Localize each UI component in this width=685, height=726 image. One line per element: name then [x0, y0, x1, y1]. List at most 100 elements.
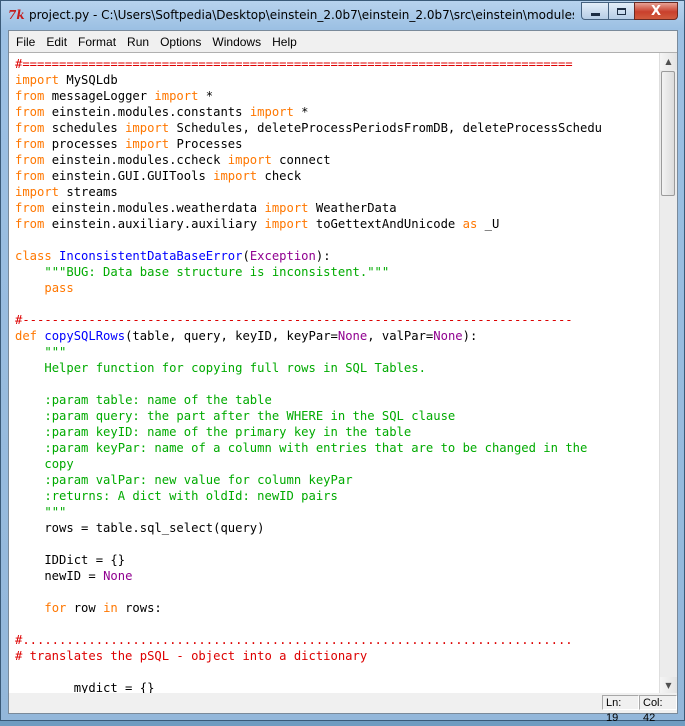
code-line[interactable]: [15, 616, 657, 632]
code-token: :param valPar: new value for column keyP…: [44, 473, 353, 487]
code-text[interactable]: #=======================================…: [15, 56, 657, 694]
code-token: :param query: the part after the WHERE i…: [44, 409, 456, 423]
code-line[interactable]: from messageLogger import *: [15, 88, 657, 104]
code-line[interactable]: [15, 664, 657, 680]
code-token: import: [15, 73, 60, 87]
code-token: for: [44, 601, 67, 615]
code-line[interactable]: from processes import Processes: [15, 136, 657, 152]
code-line[interactable]: for row in rows:: [15, 600, 657, 616]
code-line[interactable]: IDDict = {}: [15, 552, 657, 568]
code-line[interactable]: rows = table.sql_select(query): [15, 520, 657, 536]
code-token: import: [213, 169, 258, 183]
code-line[interactable]: #=======================================…: [15, 56, 657, 72]
code-token: (: [242, 249, 250, 263]
code-token: einstein.modules.weatherdata: [44, 201, 265, 215]
menu-file[interactable]: File: [12, 33, 42, 51]
code-token: as: [462, 217, 478, 231]
code-token: IDDict = {}: [15, 553, 126, 567]
menu-windows[interactable]: Windows: [208, 33, 268, 51]
code-token: einstein.GUI.GUITools: [44, 169, 214, 183]
code-token: None: [337, 329, 368, 343]
code-line[interactable]: def copySQLRows(table, query, keyID, key…: [15, 328, 657, 344]
code-line[interactable]: """: [15, 504, 657, 520]
code-line[interactable]: from einstein.modules.ccheck import conn…: [15, 152, 657, 168]
code-token: :param keyID: name of the primary key in…: [44, 425, 412, 439]
code-line[interactable]: #.......................................…: [15, 632, 657, 648]
code-line[interactable]: :param table: name of the table: [15, 392, 657, 408]
code-line[interactable]: [15, 232, 657, 248]
menu-help[interactable]: Help: [268, 33, 304, 51]
code-line[interactable]: from einstein.auxiliary.auxiliary import…: [15, 216, 657, 232]
code-line[interactable]: pass: [15, 280, 657, 296]
maximize-button[interactable]: [608, 2, 634, 20]
code-line[interactable]: :param valPar: new value for column keyP…: [15, 472, 657, 488]
idle-app-icon: 7k: [8, 8, 25, 22]
code-line[interactable]: """BUG: Data base structure is inconsist…: [15, 264, 657, 280]
code-line[interactable]: from einstein.GUI.GUITools import check: [15, 168, 657, 184]
vertical-scrollbar[interactable]: ▲ ▼: [659, 53, 677, 694]
title-bar[interactable]: 7k project.py - C:\Users\Softpedia\Deskt…: [1, 1, 684, 29]
code-line[interactable]: :param keyID: name of the primary key in…: [15, 424, 657, 440]
code-token: schedules: [44, 121, 126, 135]
editor-client-area: File Edit Format Run Options Windows Hel…: [8, 30, 678, 724]
code-token: InconsistentDataBaseError: [59, 249, 243, 263]
code-token: :returns: A dict with oldId: newID pairs: [44, 489, 338, 503]
menu-edit[interactable]: Edit: [42, 33, 74, 51]
code-token: einstein.auxiliary.auxiliary: [44, 217, 265, 231]
code-token: in: [103, 601, 118, 615]
code-token: None: [103, 569, 133, 583]
code-token: check: [257, 169, 302, 183]
window-title: project.py - C:\Users\Softpedia\Desktop\…: [29, 8, 574, 22]
code-line[interactable]: [15, 376, 657, 392]
maximize-icon: [617, 7, 626, 15]
code-token: newID =: [15, 569, 104, 583]
menu-format[interactable]: Format: [74, 33, 123, 51]
menu-options[interactable]: Options: [156, 33, 208, 51]
code-token: def: [15, 329, 38, 343]
code-line[interactable]: [15, 536, 657, 552]
code-line[interactable]: from einstein.modules.constants import *: [15, 104, 657, 120]
code-line[interactable]: """: [15, 344, 657, 360]
code-token: import: [125, 121, 170, 135]
code-token: Exception: [249, 249, 316, 263]
code-token: import: [154, 89, 199, 103]
code-token: Helper function for copying full rows in…: [44, 361, 426, 375]
minimize-button[interactable]: [581, 2, 608, 20]
code-line[interactable]: from einstein.modules.weatherdata import…: [15, 200, 657, 216]
code-line[interactable]: :param keyPar: name of a column with ent…: [15, 440, 657, 456]
code-line[interactable]: import streams: [15, 184, 657, 200]
code-line[interactable]: [15, 296, 657, 312]
scrollbar-thumb[interactable]: [661, 71, 675, 196]
scroll-down-icon[interactable]: ▼: [660, 677, 677, 694]
code-line[interactable]: import MySQLdb: [15, 72, 657, 88]
code-token: processes: [44, 137, 126, 151]
code-line[interactable]: :returns: A dict with oldId: newID pairs: [15, 488, 657, 504]
code-token: WeatherData: [308, 201, 397, 215]
code-token: streams: [59, 185, 118, 199]
code-line[interactable]: # translates the pSQL - object into a di…: [15, 648, 657, 664]
code-editor[interactable]: #=======================================…: [9, 52, 677, 694]
close-button[interactable]: X: [634, 2, 678, 20]
menu-run[interactable]: Run: [123, 33, 156, 51]
code-line[interactable]: #---------------------------------------…: [15, 312, 657, 328]
code-token: *: [198, 89, 214, 103]
code-token: """: [44, 505, 67, 519]
scroll-up-icon[interactable]: ▲: [660, 53, 677, 70]
code-line[interactable]: mydict = {}: [15, 680, 657, 694]
code-token: import: [15, 185, 60, 199]
code-line[interactable]: Helper function for copying full rows in…: [15, 360, 657, 376]
code-token: rows = table.sql_select(query): [15, 521, 265, 535]
code-line[interactable]: copy: [15, 456, 657, 472]
code-line[interactable]: [15, 584, 657, 600]
code-line[interactable]: :param query: the part after the WHERE i…: [15, 408, 657, 424]
code-line[interactable]: class InconsistentDataBaseError(Exceptio…: [15, 248, 657, 264]
menu-bar: File Edit Format Run Options Windows Hel…: [9, 31, 677, 52]
code-token: #=======================================…: [15, 57, 573, 71]
code-line[interactable]: from schedules import Schedules, deleteP…: [15, 120, 657, 136]
code-line[interactable]: newID = None: [15, 568, 657, 584]
code-token: from: [15, 105, 45, 119]
